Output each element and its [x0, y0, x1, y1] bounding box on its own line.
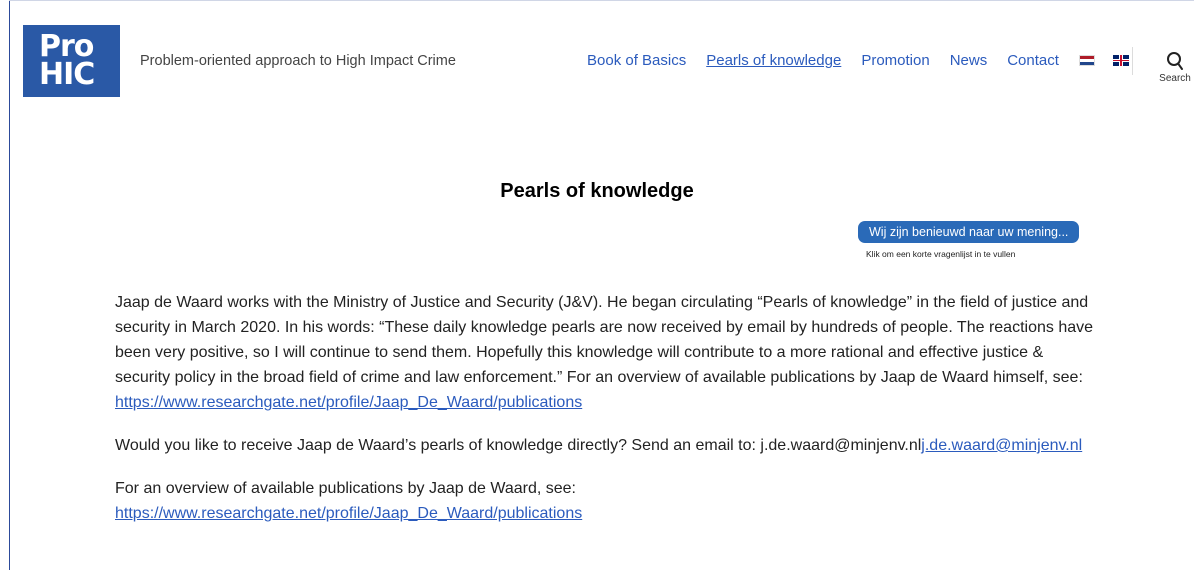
paragraph-overview: For an overview of available publication…	[115, 476, 1095, 526]
email-link[interactable]: j.de.waard@minjenv.nl	[921, 437, 1082, 454]
article-content: Jaap de Waard works with the Ministry of…	[115, 290, 1095, 544]
page-frame-top-border	[9, 0, 1194, 1]
paragraph-subscribe: Would you like to receive Jaap de Waard’…	[115, 433, 1095, 458]
main-nav: Book of Basics Pearls of knowledge Promo…	[587, 52, 1147, 69]
paragraph-intro: Jaap de Waard works with the Ministry of…	[115, 290, 1095, 415]
search-icon	[1167, 52, 1183, 70]
nl-flag-icon[interactable]	[1078, 55, 1095, 66]
nav-item-news[interactable]: News	[950, 52, 988, 69]
researchgate-link-2[interactable]: https://www.researchgate.net/profile/Jaa…	[115, 505, 582, 522]
prohic-logo[interactable]: Pro HIC	[23, 25, 120, 97]
page-title: Pearls of knowledge	[500, 180, 694, 203]
survey-button[interactable]: Wij zijn benieuwd naar uw mening...	[858, 221, 1080, 243]
survey-subtext: Klik om een korte vragenlijst in te vull…	[866, 249, 1016, 259]
nav-item-pearls-of-knowledge[interactable]: Pearls of knowledge	[706, 52, 841, 69]
paragraph-subscribe-text: Would you like to receive Jaap de Waard’…	[115, 437, 922, 454]
paragraph-overview-text: For an overview of available publication…	[115, 480, 576, 497]
nav-item-promotion[interactable]: Promotion	[861, 52, 929, 69]
nav-item-book-of-basics[interactable]: Book of Basics	[587, 52, 686, 69]
logo-line-2: HIC	[39, 57, 95, 92]
header-divider	[1132, 47, 1133, 75]
search-button[interactable]: Search	[1156, 51, 1194, 84]
survey-widget: Wij zijn benieuwd naar uw mening... Klik…	[858, 221, 1080, 259]
site-tagline: Problem-oriented approach to High Impact…	[140, 53, 456, 69]
nav-item-contact[interactable]: Contact	[1007, 52, 1059, 69]
search-label: Search	[1159, 73, 1191, 84]
uk-flag-icon[interactable]	[1112, 55, 1129, 66]
researchgate-link[interactable]: https://www.researchgate.net/profile/Jaa…	[115, 394, 582, 411]
paragraph-intro-text: Jaap de Waard works with the Ministry of…	[115, 294, 1094, 386]
page-frame-left-border	[9, 0, 10, 570]
